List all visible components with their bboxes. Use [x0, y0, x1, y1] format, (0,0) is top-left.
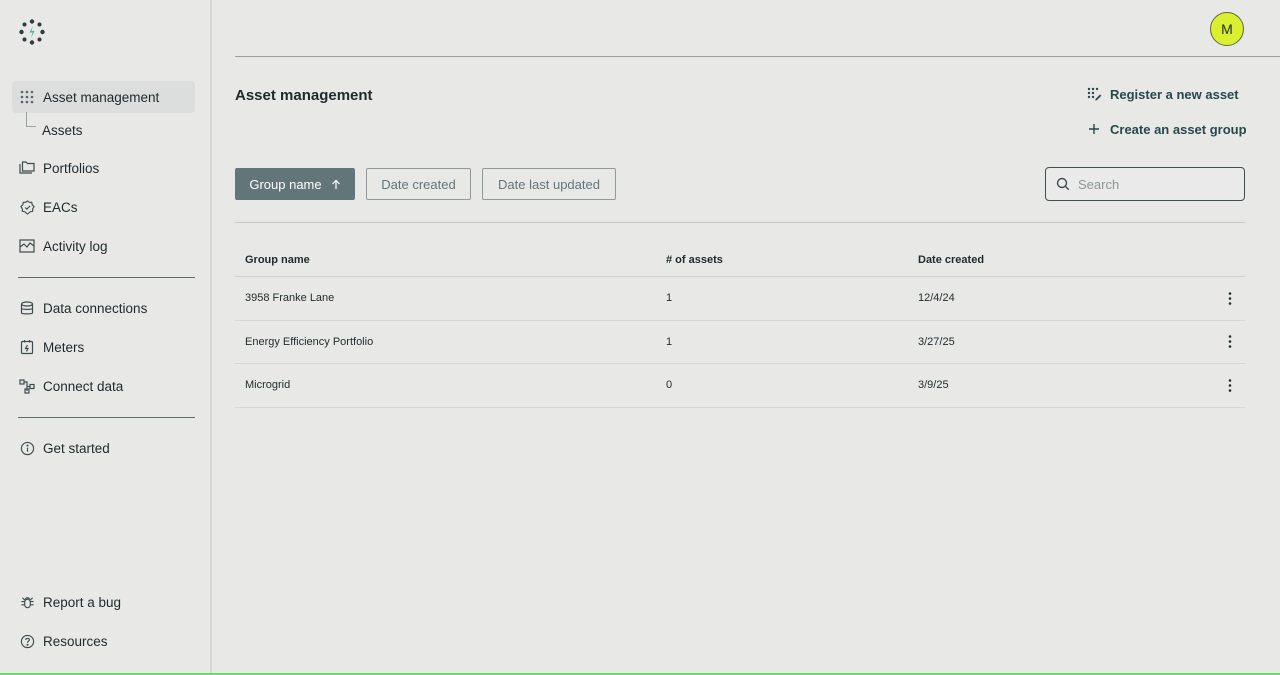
folders-icon: [19, 160, 35, 176]
header-divider: [235, 56, 1280, 57]
search-input[interactable]: [1078, 176, 1228, 192]
filter-divider: [235, 222, 1245, 223]
sidebar-item-activity-log[interactable]: Activity log: [12, 230, 195, 262]
cell-date-created: 3/9/25: [918, 379, 949, 392]
more-options-icon[interactable]: [1223, 375, 1237, 395]
cell-date-created: 12/4/24: [918, 292, 955, 305]
sidebar-item-eacs[interactable]: EACs: [12, 191, 195, 223]
database-icon: [19, 300, 35, 316]
sidebar: Asset management Assets Portfolios EACs …: [0, 0, 212, 675]
sidebar-item-label: Meters: [43, 339, 85, 355]
sort-label: Group name: [249, 176, 322, 192]
info-icon: [19, 440, 35, 456]
sidebar-divider: [18, 277, 195, 278]
register-asset-label: Register a new asset: [1110, 86, 1239, 102]
cell-asset-count: 1: [666, 292, 673, 305]
badge-check-icon: [19, 199, 35, 215]
page-title: Asset management: [235, 87, 373, 104]
cell-group-name: Microgrid: [245, 379, 291, 392]
sidebar-item-label: Connect data: [43, 378, 124, 394]
sidebar-item-report-bug[interactable]: Report a bug: [12, 586, 195, 618]
sort-date-created-button[interactable]: Date created: [366, 168, 471, 200]
sidebar-item-label: Portfolios: [43, 160, 100, 176]
sort-group-name-button[interactable]: Group name: [235, 168, 355, 200]
table-row[interactable]: Energy Efficiency Portfolio 1 3/27/25: [235, 321, 1245, 364]
search-box[interactable]: [1045, 167, 1245, 201]
sidebar-item-asset-management[interactable]: Asset management: [12, 81, 195, 113]
more-options-icon[interactable]: [1223, 288, 1237, 308]
table-row[interactable]: 3958 Franke Lane 1 12/4/24: [235, 277, 1245, 321]
cell-date-created: 3/27/25: [918, 335, 955, 348]
table-row[interactable]: Microgrid 0 3/9/25: [235, 364, 1245, 408]
bug-icon: [19, 594, 35, 610]
sidebar-item-label: Resources: [43, 633, 108, 649]
create-asset-group-button[interactable]: Create an asset group: [1086, 121, 1247, 137]
app-logo[interactable]: [19, 19, 45, 45]
sidebar-item-label: Report a bug: [43, 594, 122, 610]
plus-icon: [1086, 121, 1102, 137]
avatar[interactable]: M: [1210, 12, 1244, 46]
more-options-icon[interactable]: [1223, 332, 1237, 352]
help-icon: [19, 633, 35, 649]
table-header: Group name # of assets Date created: [235, 243, 1245, 277]
sidebar-item-portfolios[interactable]: Portfolios: [12, 152, 195, 184]
cell-asset-count: 0: [666, 379, 673, 392]
search-icon: [1056, 177, 1070, 191]
asset-groups-table: Group name # of assets Date created 3958…: [235, 243, 1245, 408]
sidebar-item-label: EACs: [43, 199, 78, 215]
sidebar-item-label: Asset management: [43, 89, 160, 105]
register-asset-button[interactable]: Register a new asset: [1086, 86, 1239, 102]
sidebar-item-label: Activity log: [43, 238, 108, 254]
sidebar-item-data-connections[interactable]: Data connections: [12, 292, 195, 324]
sidebar-item-get-started[interactable]: Get started: [12, 432, 195, 464]
grid-dots-icon: [19, 89, 35, 105]
cell-group-name: Energy Efficiency Portfolio: [245, 335, 374, 348]
register-asset-icon: [1086, 86, 1102, 102]
connect-nodes-icon: [19, 378, 35, 394]
cell-group-name: 3958 Franke Lane: [245, 292, 335, 305]
arrow-up-icon: [331, 179, 341, 190]
sidebar-item-resources[interactable]: Resources: [12, 625, 195, 657]
sidebar-item-assets[interactable]: Assets: [42, 118, 83, 142]
col-header-group-name[interactable]: Group name: [245, 254, 310, 266]
col-header-asset-count[interactable]: # of assets: [666, 254, 723, 266]
activity-chart-icon: [19, 238, 35, 254]
sidebar-item-meters[interactable]: Meters: [12, 331, 195, 363]
sidebar-item-label: Data connections: [43, 300, 148, 316]
sort-date-updated-button[interactable]: Date last updated: [482, 168, 616, 200]
col-header-date-created[interactable]: Date created: [918, 254, 984, 266]
create-asset-group-label: Create an asset group: [1110, 121, 1247, 137]
sidebar-divider: [18, 417, 195, 418]
sidebar-item-connect-data[interactable]: Connect data: [12, 370, 195, 402]
cell-asset-count: 1: [666, 335, 673, 348]
meter-icon: [19, 339, 35, 355]
sidebar-item-label: Get started: [43, 440, 110, 456]
tree-connector: [26, 112, 36, 127]
